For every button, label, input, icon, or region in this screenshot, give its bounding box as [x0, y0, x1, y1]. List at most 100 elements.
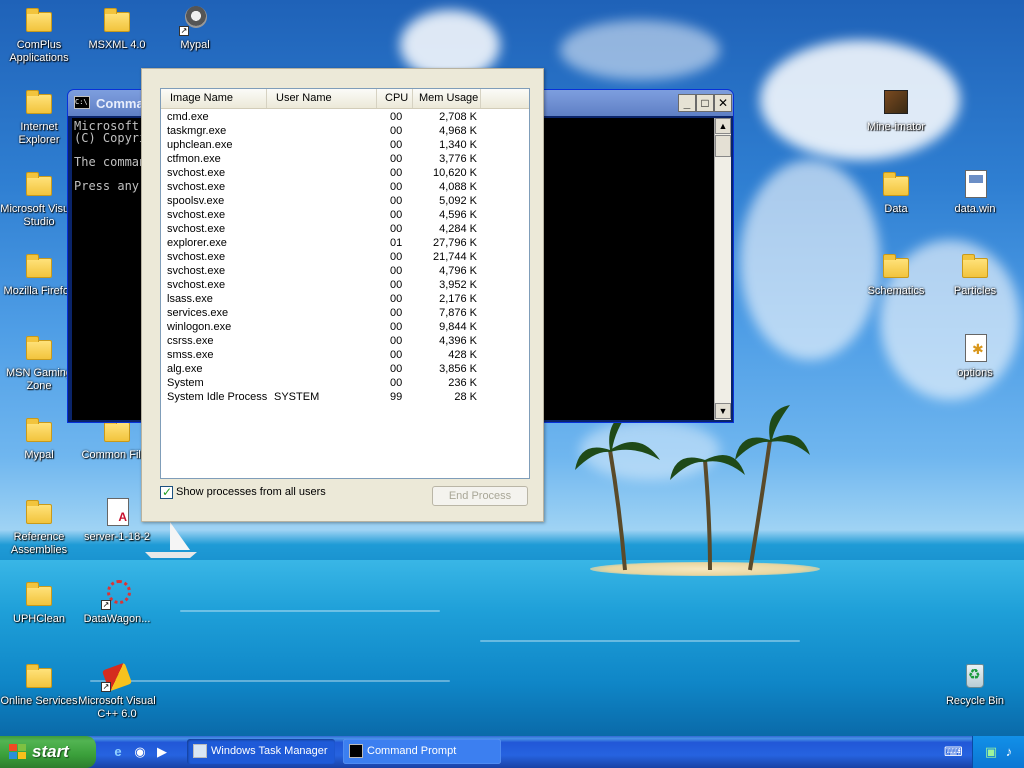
show-all-users-checkbox[interactable]: Show processes from all users [160, 485, 326, 501]
desktop-icon-label: Data [884, 203, 908, 215]
media-quicklaunch-icon[interactable]: ◉ [132, 744, 148, 760]
process-name: alg.exe [167, 363, 203, 375]
taskbar-button-windows-task-manager[interactable]: Windows Task Manager [187, 739, 335, 764]
process-cpu: 00 [390, 223, 403, 235]
process-row[interactable]: svchost.exe 00 4,088 K [161, 180, 529, 194]
desktop-icon-mypal[interactable]: ↗ Mypal [156, 4, 234, 52]
minimize-button[interactable]: _ [678, 94, 696, 112]
network-tray-icon[interactable]: ▣ [983, 744, 999, 760]
process-list[interactable]: Image Name User Name CPU Mem Usage cmd.e… [160, 88, 530, 479]
desktop-icon-data[interactable]: Data [857, 168, 935, 216]
process-cpu: 00 [390, 181, 403, 193]
command-prompt-scrollbar[interactable]: ▲ ▼ [714, 118, 731, 420]
checkbox-checked-icon[interactable] [160, 485, 173, 499]
desktop-icon-microsoft-visual-c-6-0[interactable]: ↗ Microsoft Visual C++ 6.0 [78, 660, 156, 721]
process-mem: 2,176 K [439, 293, 477, 305]
desktop-icon-schematics[interactable]: Schematics [857, 250, 935, 298]
webdoc-icon [959, 168, 991, 200]
column-header-label: Mem Usage [419, 92, 479, 104]
end-process-button[interactable]: End Process [432, 486, 528, 506]
process-row[interactable]: alg.exe 00 3,856 K [161, 362, 529, 376]
column-header-label: Image Name [170, 92, 233, 104]
scroll-up-arrow-icon[interactable]: ▲ [715, 118, 731, 134]
process-row[interactable]: csrss.exe 00 4,396 K [161, 334, 529, 348]
desktop-icon-particles[interactable]: Particles [936, 250, 1014, 298]
process-name: explorer.exe [167, 237, 227, 249]
desktop-icon-label: Mine-imator [866, 121, 926, 133]
process-mem: 7,876 K [439, 307, 477, 319]
process-row[interactable]: System 00 236 K [161, 376, 529, 390]
taskbar: start e ◉ ▶ Windows Task Manager Command … [0, 736, 1024, 768]
process-row[interactable]: uphclean.exe 00 1,340 K [161, 138, 529, 152]
internet-explorer-quicklaunch-icon[interactable]: e [110, 744, 126, 760]
maximize-button[interactable]: □ [696, 94, 714, 112]
process-row[interactable]: services.exe 00 7,876 K [161, 306, 529, 320]
column-header-cpu[interactable]: CPU [377, 89, 413, 108]
process-row[interactable]: lsass.exe 00 2,176 K [161, 292, 529, 306]
process-name: services.exe [167, 307, 229, 319]
process-row[interactable]: svchost.exe 00 4,284 K [161, 222, 529, 236]
folder-icon [23, 414, 55, 446]
process-row[interactable]: ctfmon.exe 00 3,776 K [161, 152, 529, 166]
process-row[interactable]: smss.exe 00 428 K [161, 348, 529, 362]
show-desktop-quicklaunch-icon[interactable]: ▶ [154, 744, 170, 760]
desktop-icon-online-services[interactable]: Online Services [0, 660, 78, 708]
desktop-icon-datawagon[interactable]: ↗ DataWagon... [78, 578, 156, 626]
process-cpu: 00 [390, 293, 403, 305]
process-name: cmd.exe [167, 111, 209, 123]
process-cpu: 99 [390, 391, 403, 403]
process-cpu: 00 [390, 307, 403, 319]
process-name: svchost.exe [167, 181, 226, 193]
process-row[interactable]: System Idle Process SYSTEM 99 28 K [161, 390, 529, 404]
desktop-icon-uphclean[interactable]: UPHClean [0, 578, 78, 626]
process-mem: 27,796 K [432, 237, 477, 249]
start-button[interactable]: start [0, 736, 96, 768]
process-row[interactable]: explorer.exe 01 27,796 K [161, 236, 529, 250]
process-mem: 3,856 K [439, 363, 477, 375]
process-row[interactable]: svchost.exe 00 10,620 K [161, 166, 529, 180]
process-row[interactable]: svchost.exe 00 21,744 K [161, 250, 529, 264]
desktop-icon-label: options [957, 367, 993, 379]
taskbar-button-command-prompt[interactable]: Command Prompt [343, 739, 501, 764]
column-header-mem-usage[interactable]: Mem Usage [413, 89, 481, 108]
desktop-icon-options[interactable]: options [936, 332, 1014, 380]
volume-tray-icon[interactable]: ♪ [1001, 744, 1017, 760]
process-row[interactable]: spoolsv.exe 00 5,092 K [161, 194, 529, 208]
wallpaper-cloud [560, 20, 720, 80]
scroll-thumb[interactable] [715, 135, 731, 157]
process-mem: 4,088 K [439, 181, 477, 193]
desktop-icon-complus-applications[interactable]: ComPlus Applications [0, 4, 78, 65]
desktop-icon-msxml-4-0[interactable]: MSXML 4.0 [78, 4, 156, 52]
process-mem: 428 K [448, 349, 477, 361]
folder-icon [23, 578, 55, 610]
process-cpu: 00 [390, 139, 403, 151]
column-header-user-name[interactable]: User Name [267, 89, 377, 108]
column-header-label: CPU [385, 92, 409, 104]
task-manager-window[interactable]: Image Name User Name CPU Mem Usage cmd.e… [141, 68, 544, 522]
desktop-icon-reference-assemblies[interactable]: Reference Assemblies [0, 496, 78, 557]
process-name: taskmgr.exe [167, 125, 227, 137]
process-mem: 4,396 K [439, 335, 477, 347]
process-mem: 3,776 K [439, 153, 477, 165]
column-header-label: User Name [276, 92, 332, 104]
process-row[interactable]: cmd.exe 00 2,708 K [161, 110, 529, 124]
close-button[interactable]: ✕ [714, 94, 732, 112]
scroll-down-arrow-icon[interactable]: ▼ [715, 403, 731, 419]
desktop-icon-label: UPHClean [13, 613, 65, 625]
desktop-icon-label: Recycle Bin [945, 695, 1005, 707]
process-row[interactable]: svchost.exe 00 3,952 K [161, 278, 529, 292]
desktop-icon-label: Particles [953, 285, 997, 297]
process-row[interactable]: winlogon.exe 00 9,844 K [161, 320, 529, 334]
process-row[interactable]: svchost.exe 00 4,596 K [161, 208, 529, 222]
desktop-icon-data-win[interactable]: data.win [936, 168, 1014, 216]
process-mem: 2,708 K [439, 111, 477, 123]
desktop-icon-mine-imator[interactable]: Mine-imator [857, 86, 935, 134]
folder-icon [880, 250, 912, 282]
process-row[interactable]: svchost.exe 00 4,796 K [161, 264, 529, 278]
desktop-icon-label: Online Services [0, 695, 78, 707]
process-cpu: 00 [390, 349, 403, 361]
keyboard-tray-icon[interactable]: ⌨ [944, 744, 963, 760]
desktop-icon-recycle-bin[interactable]: Recycle Bin [936, 660, 1014, 708]
process-row[interactable]: taskmgr.exe 00 4,968 K [161, 124, 529, 138]
column-header-image-name[interactable]: Image Name [161, 89, 267, 108]
